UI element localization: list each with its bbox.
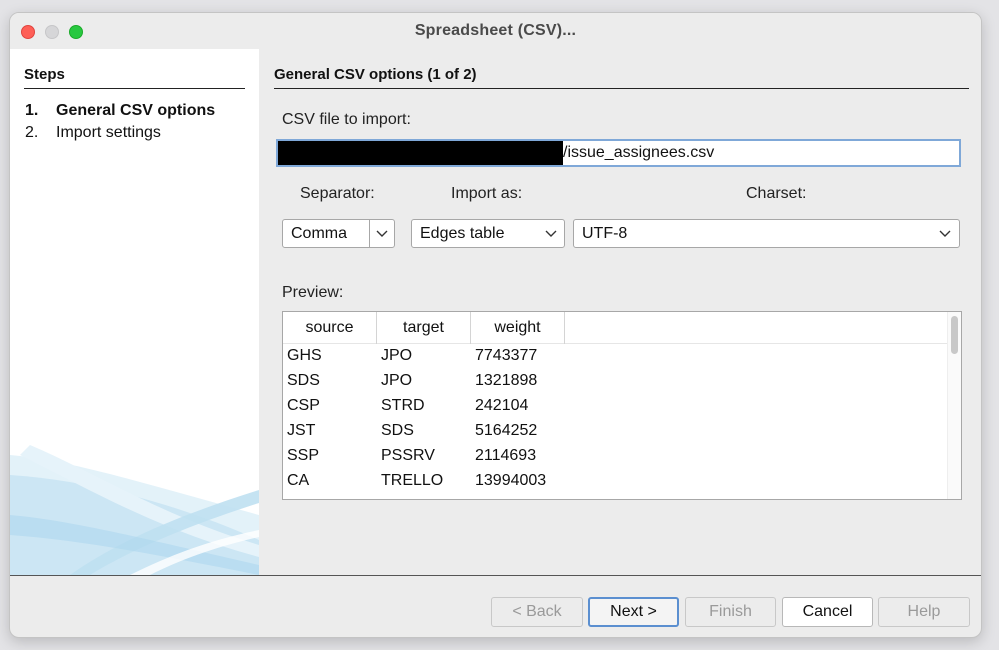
section-divider [274,88,969,89]
chevron-down-icon [939,230,951,237]
redacted-path-block [278,141,563,165]
table-row: JST SDS 5164252 [283,420,948,445]
cell-weight: 242104 [475,397,529,414]
column-header-target[interactable]: target [377,312,471,344]
table-row: CSP STRD 242104 [283,395,948,420]
preview-label: Preview: [282,284,344,301]
separator-combobox[interactable]: Comma [282,219,395,248]
scrollbar-thumb[interactable] [951,316,958,354]
steps-panel: Steps 1. General CSV options 2. Import set… [10,49,259,575]
table-row: CA TRELLO 13994003 [283,470,948,495]
preview-table[interactable]: source target weight GHS JPO 7743377 SDS… [282,311,962,500]
cell-source: CSP [287,397,320,414]
cell-target: TRELLO [381,472,444,489]
cell-weight: 1321898 [475,372,538,389]
import-dialog-window: Spreadsheet (CSV)... Steps 1. General CSV… [9,12,982,638]
step-import-settings: 2. Import settings [25,124,161,142]
import-as-value: Edges table [420,225,505,242]
cell-target: SDS [381,422,414,439]
cell-weight: 7743377 [475,347,538,364]
csv-file-path-text: /issue_assignees.csv [563,144,715,161]
import-as-label: Import as: [451,185,523,202]
section-title: General CSV options (1 of 2) [274,66,477,83]
table-row: GHS JPO 7743377 [283,345,948,370]
charset-dropdown[interactable]: UTF-8 [573,219,960,248]
help-button[interactable]: Help [878,597,970,627]
charset-label: Charset: [746,185,807,202]
combo-divider [369,220,370,247]
preview-scrollbar[interactable] [947,312,961,499]
column-header-weight[interactable]: weight [471,312,565,344]
separator-value: Comma [291,225,348,242]
csv-file-path-field[interactable]: /issue_assignees.csv [276,139,961,167]
cell-source: CA [287,472,310,489]
chevron-down-icon [545,230,557,237]
cell-weight: 13994003 [475,472,547,489]
charset-value: UTF-8 [582,225,628,242]
step-number: 2. [25,124,39,141]
cell-target: JPO [381,347,413,364]
cell-source: SSP [287,447,320,464]
import-as-dropdown[interactable]: Edges table [411,219,565,248]
table-row: SDS JPO 1321898 [283,370,948,395]
back-button[interactable]: < Back [491,597,583,627]
footer-divider [10,575,981,576]
csv-file-label: CSV file to import: [282,111,411,128]
cell-source: JST [287,422,316,439]
table-row: SSP PSSRV 2114693 [283,445,948,470]
cell-weight: 5164252 [475,422,538,439]
cancel-button[interactable]: Cancel [782,597,873,627]
cell-target: STRD [381,397,425,414]
steps-divider [24,88,245,89]
cell-source: SDS [287,372,320,389]
main-content: General CSV options (1 of 2) CSV file to… [259,49,981,575]
preview-table-header: source target weight [283,312,948,344]
window-title: Spreadsheet (CSV)... [414,22,577,39]
step-label: General CSV options [56,102,216,119]
cell-target: JPO [381,372,413,389]
separator-label: Separator: [300,185,375,202]
next-button[interactable]: Next > [588,597,679,627]
decorative-swoosh-graphic [10,445,259,575]
cell-source: GHS [287,347,322,364]
column-header-source[interactable]: source [283,312,377,344]
steps-heading: Steps [24,66,65,83]
cell-weight: 2114693 [475,447,537,464]
step-number: 1. [25,102,39,119]
step-label: Import settings [56,124,161,141]
cell-target: PSSRV [381,447,435,464]
finish-button[interactable]: Finish [685,597,776,627]
title-bar: Spreadsheet (CSV)... [10,13,981,49]
step-general-csv-options: 1. General CSV options [25,102,215,120]
chevron-down-icon[interactable] [376,229,388,239]
